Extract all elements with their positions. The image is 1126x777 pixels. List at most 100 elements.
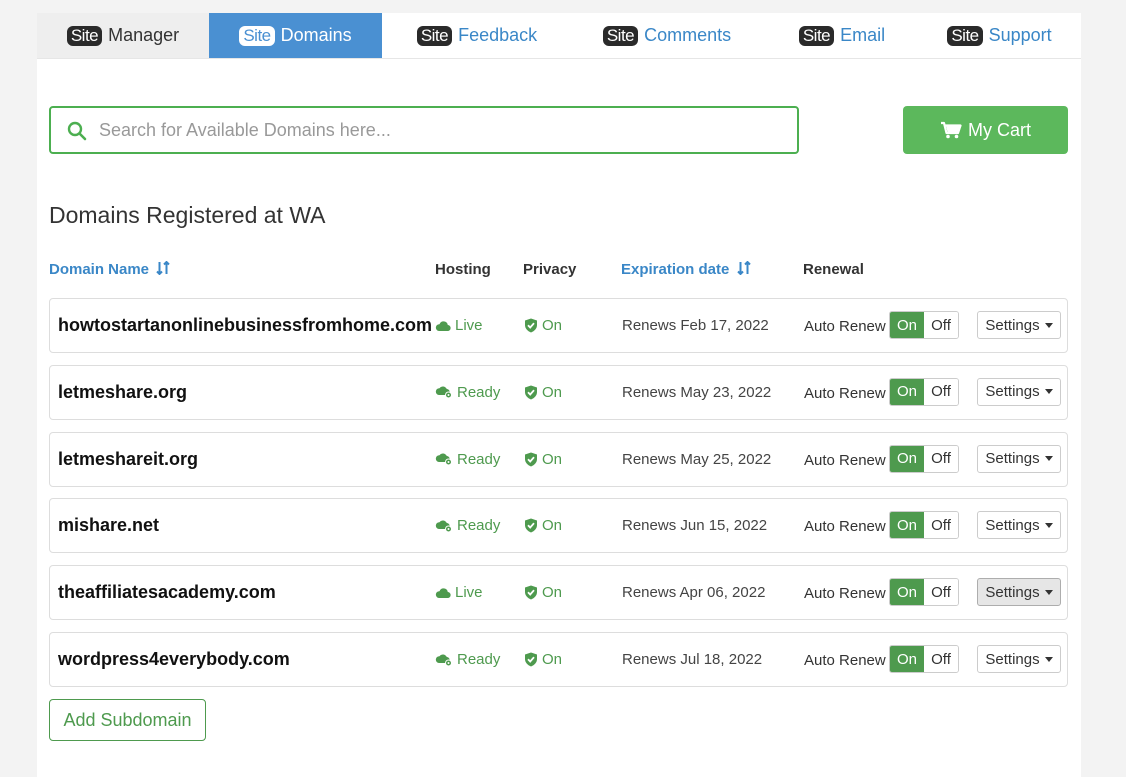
- cart-icon: [941, 121, 962, 139]
- caret-down-icon: [1044, 522, 1053, 528]
- auto-renew-off-button[interactable]: Off: [924, 579, 958, 606]
- shield-check-icon: [525, 385, 537, 400]
- settings-label: Settings: [985, 316, 1040, 334]
- domain-name: howtostartanonlinebusinessfromhome.com: [58, 315, 433, 335]
- domain-name: mishare.net: [58, 515, 160, 536]
- section-title: Domains Registered at WA: [49, 202, 326, 228]
- site-badge: Site: [798, 25, 835, 46]
- auto-renew-off-button[interactable]: Off: [924, 512, 958, 539]
- expiration-date: Renews May 23, 2022: [622, 383, 772, 401]
- expiration-date: Renews May 25, 2022: [622, 450, 772, 468]
- cloud-icon: [435, 320, 451, 332]
- auto-renew-on-button[interactable]: On: [890, 445, 924, 472]
- tab-site-email[interactable]: Site Email: [762, 13, 922, 58]
- auto-renew-label: Auto Renew: [804, 585, 886, 603]
- privacy-label: On: [542, 383, 563, 401]
- auto-renew-on-button[interactable]: On: [890, 512, 924, 539]
- caret-down-icon: [1044, 656, 1053, 662]
- settings-dropdown-button[interactable]: Settings: [977, 645, 1061, 673]
- domain-name: theaffiliatesacademy.com: [58, 582, 276, 603]
- domain-search-input[interactable]: [99, 116, 789, 144]
- column-header-domain-name[interactable]: Domain Name: [49, 261, 170, 278]
- domain-name: letmeshareit.org: [58, 448, 199, 469]
- auto-renew-label: Auto Renew: [804, 451, 886, 469]
- privacy-status: On: [524, 317, 562, 334]
- domain-name: wordpress4everybody.com: [58, 649, 290, 669]
- hosting-status: Live: [435, 584, 483, 601]
- settings-dropdown-button[interactable]: Settings: [977, 444, 1061, 473]
- domain-row: letmeshare.org Ready On Renews May 23, 2…: [49, 364, 1068, 420]
- privacy-status: On: [524, 517, 562, 534]
- cloud-icon: [435, 587, 451, 599]
- hosting-label: Live: [455, 584, 483, 602]
- auto-renew-on-button[interactable]: On: [890, 646, 924, 672]
- tab-label: Domains: [280, 25, 352, 45]
- auto-renew-off-button[interactable]: Off: [924, 312, 958, 338]
- auto-renew-on-button[interactable]: On: [890, 312, 924, 338]
- settings-label: Settings: [985, 450, 1040, 468]
- cloud-gear-icon: [435, 452, 453, 466]
- domain-row: howtostartanonlinebusinessfromhome.com L…: [49, 298, 1068, 353]
- domain-row: mishare.net Ready On Renews Jun 15, 2022…: [49, 498, 1068, 554]
- my-cart-button[interactable]: My Cart: [903, 106, 1068, 154]
- privacy-label: On: [542, 584, 563, 602]
- cloud-gear-icon: [435, 653, 453, 667]
- column-header-hosting: Hosting: [435, 261, 491, 278]
- settings-dropdown-button[interactable]: Settings: [977, 578, 1061, 607]
- domain-search-box: [49, 106, 799, 154]
- hosting-status: Ready: [435, 651, 500, 668]
- auto-renew-toggle: On Off: [889, 511, 959, 540]
- tab-site-manager[interactable]: Site Manager: [37, 13, 209, 58]
- auto-renew-label: Auto Renew: [804, 652, 886, 669]
- privacy-status: On: [524, 451, 562, 468]
- auto-renew-on-button[interactable]: On: [890, 579, 924, 606]
- auto-renew-label: Auto Renew: [804, 384, 886, 402]
- privacy-status: On: [524, 584, 562, 601]
- auto-renew-off-button[interactable]: Off: [924, 646, 958, 672]
- cloud-gear-icon: [435, 519, 453, 533]
- auto-renew-toggle: On Off: [889, 578, 959, 607]
- hosting-status: Ready: [435, 384, 500, 401]
- auto-renew-label: Auto Renew: [804, 518, 886, 536]
- tab-site-comments[interactable]: Site Comments: [572, 13, 762, 58]
- hosting-label: Ready: [457, 517, 501, 535]
- settings-dropdown-button[interactable]: Settings: [977, 311, 1061, 339]
- search-icon: [67, 121, 87, 141]
- settings-label: Settings: [985, 650, 1040, 668]
- auto-renew-toggle: On Off: [889, 311, 959, 339]
- privacy-status: On: [524, 651, 562, 668]
- hosting-label: Ready: [457, 383, 501, 401]
- cloud-gear-icon: [435, 385, 453, 399]
- column-label: Expiration date: [621, 261, 730, 278]
- domain-row: wordpress4everybody.com Ready On Renews …: [49, 632, 1068, 687]
- sort-icon: [736, 261, 751, 275]
- hosting-label: Ready: [457, 450, 501, 468]
- auto-renew-toggle: On Off: [889, 444, 959, 473]
- auto-renew-toggle: On Off: [889, 377, 959, 406]
- hosting-status: Ready: [435, 451, 500, 468]
- tab-site-feedback[interactable]: Site Feedback: [382, 13, 572, 58]
- top-tabs: Site Manager Site Domains Site Feedback …: [37, 13, 1081, 59]
- shield-check-icon: [525, 518, 537, 533]
- privacy-label: On: [542, 450, 563, 468]
- tab-label: Support: [988, 25, 1052, 45]
- settings-label: Settings: [985, 516, 1040, 534]
- settings-dropdown-button[interactable]: Settings: [977, 511, 1061, 540]
- hosting-label: Ready: [457, 651, 501, 668]
- add-subdomain-button[interactable]: Add Subdomain: [49, 699, 206, 741]
- shield-check-icon: [525, 585, 537, 600]
- hosting-status: Ready: [435, 517, 500, 534]
- column-header-expiration-date[interactable]: Expiration date: [621, 261, 751, 278]
- settings-dropdown-button[interactable]: Settings: [977, 377, 1061, 406]
- tab-site-domains[interactable]: Site Domains: [209, 13, 382, 58]
- auto-renew-off-button[interactable]: Off: [924, 378, 958, 405]
- tab-label: Email: [840, 25, 886, 45]
- auto-renew-on-button[interactable]: On: [890, 378, 924, 405]
- auto-renew-off-button[interactable]: Off: [924, 445, 958, 472]
- site-badge: Site: [239, 25, 275, 46]
- privacy-status: On: [524, 384, 562, 401]
- auto-renew-label: Auto Renew: [804, 318, 886, 335]
- tab-site-support[interactable]: Site Support: [922, 13, 1077, 58]
- domain-name: letmeshare.org: [58, 381, 188, 402]
- domains-panel: Site Manager Site Domains Site Feedback …: [37, 13, 1081, 777]
